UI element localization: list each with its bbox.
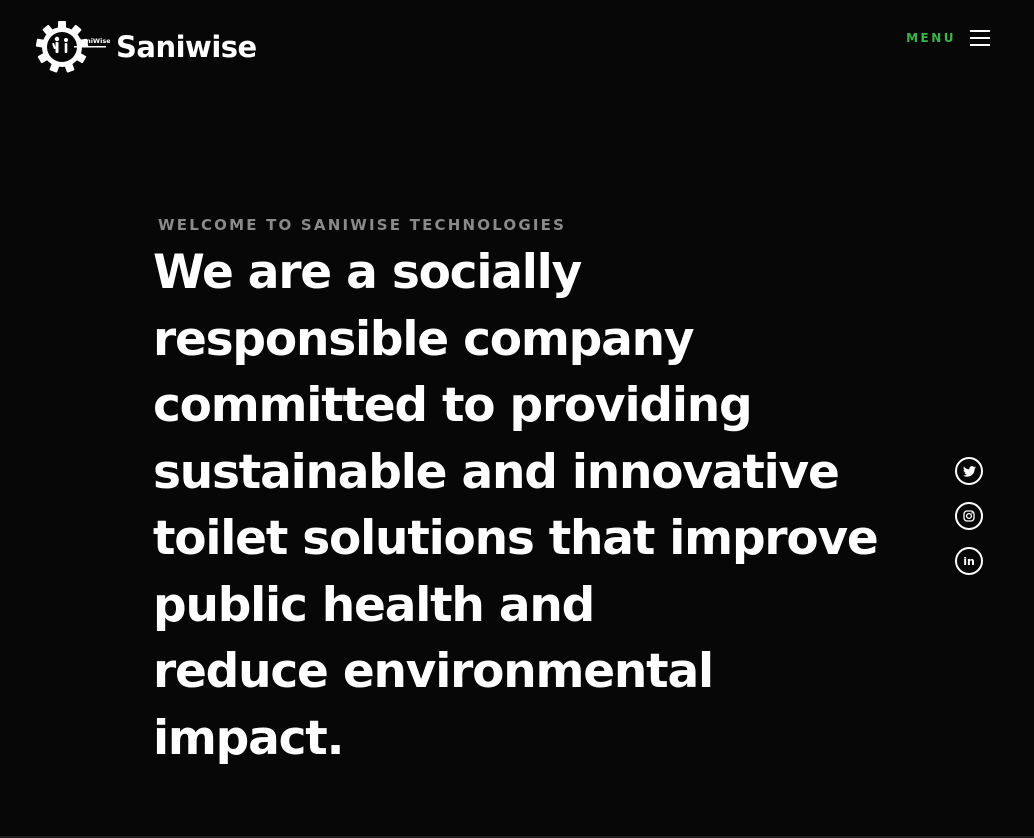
headline-line: reduce environmental <box>153 644 714 699</box>
logo-badge-text: SaniWise <box>77 37 110 45</box>
hero-section: WELCOME TO SANIWISE TECHNOLOGIES We are … <box>153 216 913 772</box>
hamburger-bar <box>970 44 990 46</box>
social-links: in <box>955 457 983 575</box>
headline-line: responsible company <box>153 311 694 367</box>
headline-line: impact. <box>153 710 344 766</box>
headline-line: sustainable and innovative <box>153 444 840 500</box>
menu-label: MENU <box>906 31 956 45</box>
brand-name: Saniwise <box>116 30 257 64</box>
hamburger-bar <box>970 30 990 32</box>
instagram-icon <box>963 510 975 522</box>
linkedin-link[interactable]: in <box>955 547 983 575</box>
headline-line: We are a socially <box>153 245 582 300</box>
hamburger-icon <box>970 28 990 48</box>
page: SaniWise Saniwise MENU WELCOME TO SANIWI… <box>0 0 1034 838</box>
linkedin-icon: in <box>963 554 975 568</box>
brand-logo-link[interactable]: SaniWise Saniwise <box>34 19 257 75</box>
headline-line: toilet solutions that improve <box>153 511 879 566</box>
headline-line: committed to providing <box>153 378 753 433</box>
headline-line: public health and <box>153 577 595 633</box>
gear-logo-icon: SaniWise <box>35 21 110 73</box>
instagram-link[interactable] <box>955 502 983 530</box>
menu-toggle[interactable]: MENU <box>906 28 990 48</box>
hero-eyebrow: WELCOME TO SANIWISE TECHNOLOGIES <box>158 216 567 234</box>
hero-headline: We are a socially responsible company co… <box>153 240 913 772</box>
twitter-link[interactable] <box>955 457 983 485</box>
hamburger-bar <box>970 37 990 39</box>
twitter-icon <box>962 465 976 477</box>
